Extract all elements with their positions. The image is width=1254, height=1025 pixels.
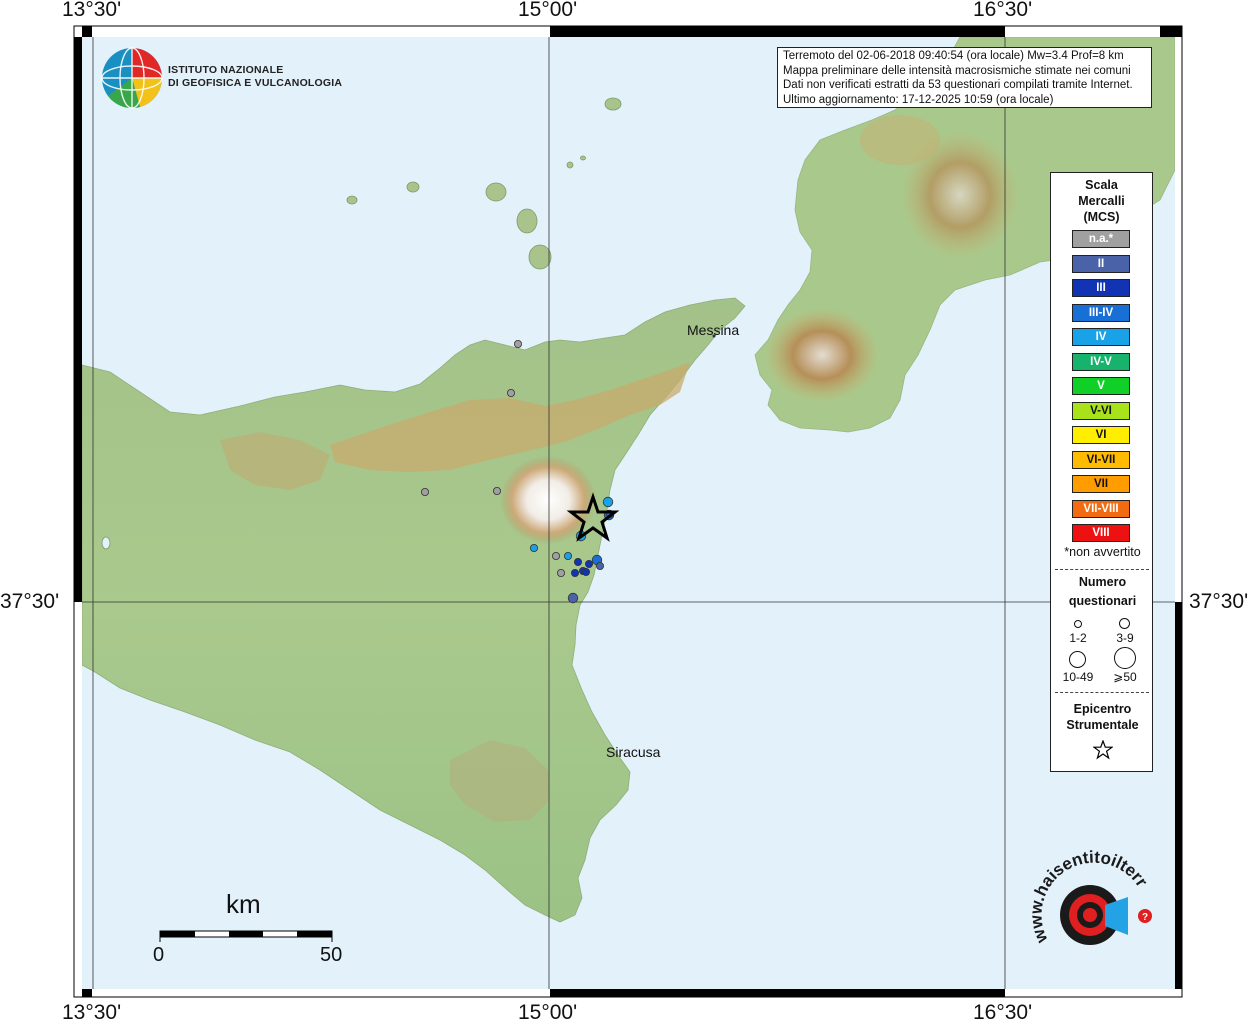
lon-label-bottom-center: 15°00' bbox=[518, 1001, 578, 1024]
ingv-name: ISTITUTO NAZIONALE DI GEOFISICA E VULCAN… bbox=[168, 64, 342, 90]
legend-epicenter-title-line2: Strumentale bbox=[1066, 718, 1139, 732]
count-label-3-9: 3-9 bbox=[1116, 631, 1134, 645]
observation-point bbox=[492, 486, 501, 495]
legend-count-title-line1: Numero bbox=[1078, 575, 1127, 589]
observation-point bbox=[514, 339, 523, 348]
scalebar-min: 0 bbox=[153, 944, 165, 966]
ingv-name-line1: ISTITUTO NAZIONALE bbox=[168, 64, 284, 76]
event-info-line3: Dati non verificati estratti da 53 quest… bbox=[783, 79, 1133, 91]
event-info-line1: Terremoto del 02-06-2018 09:40:54 (ora l… bbox=[783, 50, 1124, 62]
observation-point bbox=[585, 560, 594, 569]
legend-count-title: Numero questionari bbox=[1051, 573, 1154, 611]
observation-point bbox=[557, 569, 566, 578]
frame-top-black-1 bbox=[82, 26, 92, 37]
intensity-legend: Scala Mercalli (MCS) n.a.* II III III-IV IV I… bbox=[1050, 172, 1153, 772]
legend-separator-1 bbox=[1055, 569, 1149, 570]
frame-top-right-black bbox=[1160, 26, 1182, 37]
count-symbol-3-9 bbox=[1119, 618, 1130, 629]
legend-swatch: VII bbox=[1072, 475, 1130, 493]
legend-epicenter-title-line1: Epicentro bbox=[1073, 702, 1132, 716]
observation-point bbox=[582, 568, 591, 577]
lat-label-right: 37°30' bbox=[1189, 590, 1249, 613]
count-label-10-49: 10-49 bbox=[1062, 670, 1094, 684]
observation-point bbox=[552, 552, 561, 561]
count-label-1-2: 1-2 bbox=[1069, 631, 1087, 645]
legend-swatch: VIII bbox=[1072, 524, 1130, 542]
observation-point bbox=[506, 388, 515, 397]
observation-point bbox=[567, 592, 579, 604]
frame-top-black-2 bbox=[550, 26, 1005, 37]
lon-label-bottom-right: 16°30' bbox=[973, 1001, 1033, 1024]
lake-pozzillo bbox=[101, 536, 111, 550]
legend-swatch: III bbox=[1072, 279, 1130, 297]
event-info-box: Terremoto del 02-06-2018 09:40:54 (ora l… bbox=[777, 47, 1152, 108]
legend-title-line2: Mercalli bbox=[1078, 194, 1125, 208]
legend-title: Scala Mercalli (MCS) bbox=[1051, 177, 1152, 225]
legend-note: *non avvertito bbox=[1064, 545, 1141, 559]
legend-swatch: VI-VII bbox=[1072, 450, 1130, 469]
legend-swatch: V-VI bbox=[1072, 401, 1130, 420]
scalebar-max: 50 bbox=[320, 944, 343, 966]
city-label-messina: Messina bbox=[687, 322, 740, 338]
ingv-globe-icon bbox=[101, 47, 163, 109]
legend-separator-2 bbox=[1055, 692, 1149, 693]
legend-title-line1: Scala bbox=[1085, 178, 1118, 192]
svg-text:?: ? bbox=[1142, 912, 1148, 923]
legend-swatch: IV-V bbox=[1072, 352, 1130, 371]
frame-bottom-black-1 bbox=[82, 989, 92, 997]
legend-swatch: n.a.* bbox=[1072, 230, 1130, 248]
observation-point bbox=[574, 558, 583, 567]
event-info-line2: Mappa preliminare delle intensità macros… bbox=[783, 64, 1131, 77]
observation-point bbox=[596, 562, 605, 571]
lat-label-left: 37°30' bbox=[0, 590, 60, 613]
count-symbol-50-plus bbox=[1114, 647, 1136, 669]
legend-star-icon bbox=[1093, 740, 1113, 760]
observation-point bbox=[571, 569, 580, 578]
calabria-ridge bbox=[860, 115, 940, 165]
city-label-siracusa: Siracusa bbox=[606, 744, 661, 760]
observation-point bbox=[420, 487, 429, 496]
observation-point bbox=[602, 496, 614, 508]
lon-label-bottom-left: 13°30' bbox=[62, 1001, 122, 1024]
lon-label-top-center: 15°00' bbox=[518, 0, 578, 21]
legend-count-title-line2: questionari bbox=[1068, 594, 1137, 608]
legend-swatch: VI bbox=[1072, 426, 1130, 444]
legend-swatch: II bbox=[1072, 254, 1130, 273]
ingv-name-line2: DI GEOFISICA E VULCANOLOGIA bbox=[168, 77, 343, 89]
aspromonte-relief bbox=[764, 307, 880, 403]
lon-label-top-left: 13°30' bbox=[62, 0, 122, 21]
count-symbol-1-2 bbox=[1074, 620, 1082, 628]
observation-point bbox=[530, 544, 539, 553]
event-info-line4: Ultimo aggiornamento: 17-12-2025 10:59 (… bbox=[783, 93, 1054, 106]
legend-title-line3: (MCS) bbox=[1083, 210, 1120, 224]
observation-point bbox=[564, 552, 573, 561]
legend-swatch: III-IV bbox=[1072, 303, 1130, 322]
legend-epicenter-title: Epicentro Strumentale bbox=[1051, 701, 1154, 733]
legend-swatch: V bbox=[1072, 377, 1130, 395]
lon-label-top-right: 16°30' bbox=[973, 0, 1033, 21]
legend-swatch: VII-VIII bbox=[1072, 499, 1130, 518]
frame-left-black bbox=[74, 37, 82, 602]
frame-bottom-black-2 bbox=[550, 989, 1005, 997]
legend-swatch: IV bbox=[1072, 328, 1130, 346]
count-symbol-10-49 bbox=[1069, 651, 1086, 668]
count-label-50-plus: ⩾50 bbox=[1113, 670, 1137, 684]
scalebar-title: km bbox=[226, 889, 261, 919]
